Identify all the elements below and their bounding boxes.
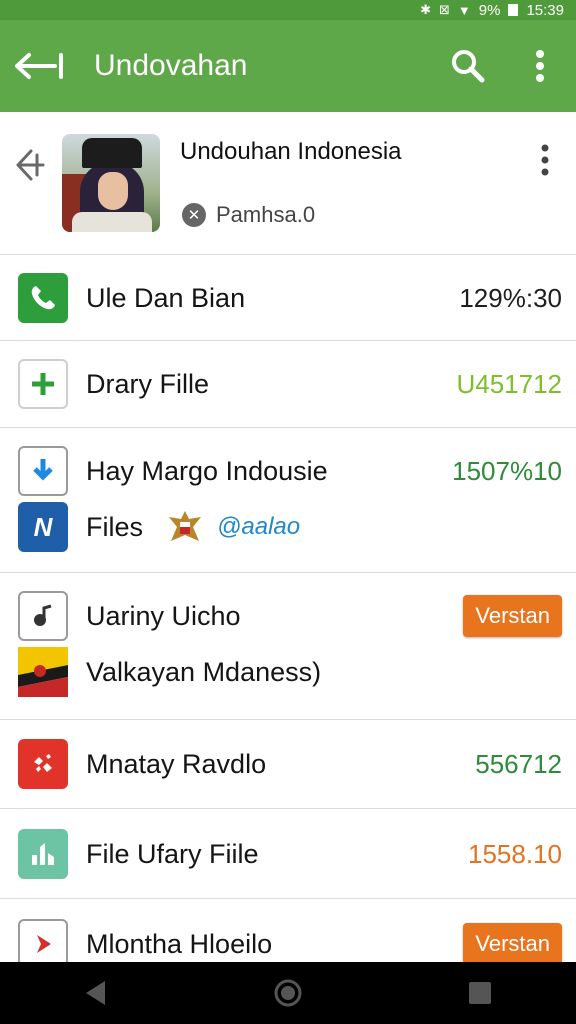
battery-percent: 9% — [478, 1, 501, 19]
item-value: U451712 — [456, 368, 562, 399]
search-icon — [452, 50, 485, 83]
plus-icon — [18, 359, 68, 409]
list-item[interactable]: File Ufary Fiile 1558.10 — [0, 809, 576, 899]
header-back-button[interactable] — [12, 142, 52, 188]
battery-icon — [508, 4, 519, 16]
avatar[interactable] — [62, 134, 160, 232]
item-sub-label: Files — [86, 511, 144, 542]
item-label: Hay Margo Indousie — [86, 455, 328, 486]
header-subtitle: ✕ Pamhsa.0 — [182, 202, 315, 228]
system-nav-bar — [0, 962, 576, 1024]
list-item[interactable]: Hay Margo Indousie 1507%10 N Files @aala… — [0, 428, 576, 573]
header-subtitle-text: Pamhsa.0 — [216, 202, 316, 227]
square-recents-icon — [469, 982, 491, 1004]
home-circle-icon — [274, 979, 302, 1007]
item-value: 1558.10 — [468, 838, 562, 869]
item-tag[interactable]: @aalao — [217, 513, 300, 541]
search-button[interactable] — [432, 20, 504, 112]
nav-home-button[interactable] — [258, 968, 318, 1018]
list-item[interactable]: Mlontha Hloeilo Verstan — [0, 899, 576, 969]
file-list: Ule Dan Bian 129%:30 Drary Fille U451712… — [0, 255, 576, 969]
back-button[interactable] — [0, 20, 80, 112]
profile-header: Undouhan Indonesia ✕ Pamhsa.0 — [0, 112, 576, 255]
item-label: Mlontha Hloeilo — [86, 928, 273, 959]
more-vert-icon — [536, 50, 544, 82]
chart-icon — [18, 829, 68, 879]
list-item[interactable]: Drary Fille U451712 — [0, 341, 576, 428]
nav-recents-button[interactable] — [450, 968, 510, 1018]
app-title: Undovahan — [94, 49, 248, 82]
list-item[interactable]: Uariny Uicho Verstan Valkayan Mdaness) — [0, 573, 576, 720]
list-item[interactable]: Ule Dan Bian 129%:30 — [0, 255, 576, 341]
back-icon — [16, 149, 45, 181]
version-button[interactable]: Verstan — [463, 595, 562, 637]
version-button[interactable]: Verstan — [463, 923, 562, 965]
nav-back-button[interactable] — [66, 968, 126, 1018]
clock: 15:39 — [526, 1, 564, 19]
n-app-icon: N — [18, 502, 68, 552]
item-label: Uariny Uicho — [86, 600, 241, 631]
flag-icon — [18, 647, 68, 697]
item-value: 556712 — [475, 748, 562, 779]
list-item[interactable]: Mnatay Ravdlo 556712 — [0, 720, 576, 809]
garuda-emblem-icon — [165, 507, 205, 547]
mute-icon: ⊠ — [438, 2, 450, 17]
overflow-menu-button[interactable] — [504, 20, 576, 112]
phone-icon — [18, 273, 68, 323]
bluetooth-icon: ✱ — [420, 2, 431, 17]
download-icon — [18, 446, 68, 496]
wifi-icon: ▼ — [457, 2, 471, 18]
item-label: File Ufary Fiile — [86, 838, 259, 869]
more-vert-icon — [541, 144, 549, 176]
back-arrow-icon — [15, 53, 63, 79]
app-bar: Undovahan — [0, 20, 576, 112]
header-more-button[interactable] — [528, 140, 562, 180]
status-bar: ✱ ⊠ ▼ 9% 15:39 — [0, 0, 576, 20]
item-sub-label: Valkayan Mdaness) — [86, 656, 322, 687]
item-value: 1507%10 — [452, 455, 562, 486]
item-label: Drary Fille — [86, 368, 210, 399]
music-note-icon — [18, 591, 68, 641]
puzzle-icon — [18, 739, 68, 789]
triangle-back-icon — [86, 981, 105, 1005]
header-title: Undouhan Indonesia — [180, 138, 402, 165]
close-circle-icon[interactable]: ✕ — [182, 203, 206, 227]
item-label: Ule Dan Bian — [86, 282, 246, 313]
item-value: 129%:30 — [459, 282, 562, 313]
item-label: Mnatay Ravdlo — [86, 748, 267, 779]
